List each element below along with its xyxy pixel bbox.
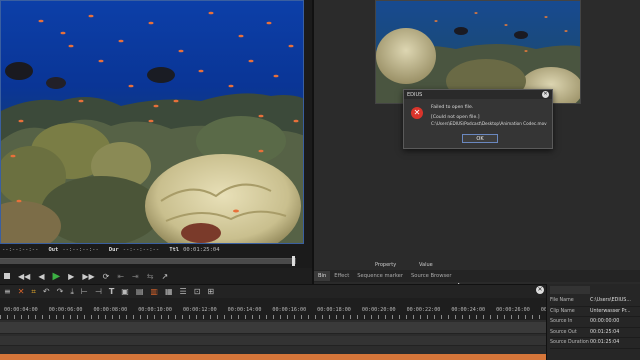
info-row: Source Duration 00:01:25:04 xyxy=(550,338,640,349)
info-row-value: Unterwasser Pr... xyxy=(590,308,631,314)
dialog-message: Failed to open file. [Could not open fil… xyxy=(431,105,553,127)
step-back-icon[interactable]: ◀ xyxy=(38,272,44,281)
ruler-label: 00:00:24:00 xyxy=(451,307,486,313)
cut-icon[interactable]: ⌗ xyxy=(31,287,36,297)
render-icon[interactable]: ▥ xyxy=(150,287,158,296)
snap-icon[interactable]: ⊣ xyxy=(95,287,102,296)
ruler-label: 00:00:18:00 xyxy=(317,307,351,313)
player-scrub-bar[interactable] xyxy=(0,258,296,264)
timeline-tracks xyxy=(0,320,546,360)
info-row-label: File Name xyxy=(550,298,574,304)
info-rows: File Name C:\Users\EDIUS... Clip Name Unter… xyxy=(550,296,640,349)
recorder-panel: EDIUS ✕ ✕ Failed to open file. [Could no… xyxy=(314,0,640,270)
info-row-value: C:\Users\EDIUS... xyxy=(590,298,631,304)
mark-in-icon[interactable]: ⇤ xyxy=(117,272,124,281)
dialog-close-icon[interactable]: ✕ xyxy=(542,91,549,98)
dur-label: Dur xyxy=(108,247,119,253)
ruler-label: 00:00:08:00 xyxy=(93,307,128,313)
info-row-label: Source In xyxy=(550,319,573,325)
in-prefix-value: --:--:--:-- xyxy=(2,247,39,253)
ttl-value: 00:01:25:04 xyxy=(183,247,220,253)
info-row-label: Clip Name xyxy=(550,308,575,314)
dur-value: --:--:--:-- xyxy=(122,247,160,253)
mark-out-icon[interactable]: ⇥ xyxy=(132,272,139,281)
dialog-title-bar: EDIUS ✕ xyxy=(404,90,552,99)
property-header: Property Value xyxy=(375,262,640,270)
ruler-label: 00:00:06:00 xyxy=(48,307,83,313)
timeline-ruler[interactable]: 00:00:04:00 00:00:06:00 00:00:08:00 00:00:1… xyxy=(0,298,575,320)
ruler-label: 00:00:12:00 xyxy=(182,307,217,313)
info-row-value: 00:00:00:00 xyxy=(590,319,620,325)
player-scrub-handle[interactable] xyxy=(292,256,295,266)
grid-icon[interactable]: ▦ xyxy=(165,287,173,296)
step-forward-icon[interactable]: ▶ xyxy=(68,272,74,281)
info-row-value: 00:01:25:04 xyxy=(590,340,620,346)
redo-icon[interactable]: ↷ xyxy=(57,287,64,296)
undo-icon[interactable]: ↶ xyxy=(43,287,50,296)
list-icon[interactable]: ☰ xyxy=(180,287,187,296)
underwater-scene-image xyxy=(1,1,303,243)
ruler-ticks xyxy=(0,315,546,319)
dialog-title: EDIUS xyxy=(407,91,423,98)
player-timecode-bar: --:--:--:-- Out --:--:--:-- Dur --:--:--… xyxy=(0,244,304,256)
ripple-icon[interactable]: ⤓ xyxy=(70,287,74,297)
info-row: Clip Name Unterwasser Pr... xyxy=(550,307,640,317)
error-dialog: EDIUS ✕ ✕ Failed to open file. [Could no… xyxy=(403,89,553,149)
rewind-icon[interactable]: ◀◀ xyxy=(18,272,30,281)
dialog-ok-button[interactable]: OK xyxy=(462,134,498,143)
marker-icon[interactable]: ▤ xyxy=(136,287,144,296)
info-row-value: 00:01:25:04 xyxy=(590,329,620,335)
property-col-header: Property xyxy=(375,262,397,268)
timeline-toolbar: ≡ ✕ ⌗ ↶ ↷ ⤓ ⊢ ⊣ T ▣ ▤ ▥ ▦ ☰ ⊡ ⊞ xyxy=(0,284,546,298)
tab-source-browser[interactable]: Source Browser xyxy=(407,271,456,281)
fast-forward-icon[interactable]: ▶▶ xyxy=(82,272,94,281)
menu-icon[interactable]: ≡ xyxy=(4,287,11,296)
info-row: Source In 00:00:00:00 xyxy=(550,317,640,328)
player-panel: --:--:--:-- Out --:--:--:-- Dur --:--:--… xyxy=(0,0,312,268)
ruler-labels: 00:00:04:00 00:00:06:00 00:00:08:00 00:00:1… xyxy=(4,307,575,313)
ruler-label: 00:00:26:00 xyxy=(496,307,530,313)
loop-icon[interactable]: ⟳ xyxy=(103,272,110,281)
out-label: Out xyxy=(48,247,59,253)
bin-tabs: Bin Effect Sequence marker Source Browse… xyxy=(314,270,640,282)
info-row: Source Out 00:01:25:04 xyxy=(550,328,640,338)
ruler-label: 00:00:14:00 xyxy=(227,307,262,313)
track-3-clip[interactable] xyxy=(0,354,546,360)
info-panel: File Name C:\Users\EDIUS... Clip Name Unter… xyxy=(546,284,640,360)
info-row-label: Source Out xyxy=(550,329,577,335)
ruler-label: 00:00:04:00 xyxy=(4,307,38,313)
tab-bin[interactable]: Bin xyxy=(314,271,331,281)
set-in-out-icon[interactable]: ⇆ xyxy=(147,272,154,281)
ruler-label: 00:00:10:00 xyxy=(138,307,172,313)
ruler-label: 00:00:22:00 xyxy=(406,307,441,313)
player-video xyxy=(0,0,304,244)
mixer-icon[interactable]: ▣ xyxy=(121,287,129,296)
player-controls: ◀◀ ◀ ▶ ▶ ▶▶ ⟳ ⇤ ⇥ ⇆ ↗ xyxy=(0,268,312,284)
out-value: --:--:--:-- xyxy=(62,247,99,253)
title-icon[interactable]: T xyxy=(109,287,114,296)
info-row-label: Source Duration xyxy=(550,340,589,346)
ruler-label: 00:00:20:00 xyxy=(361,307,396,313)
track-2[interactable] xyxy=(0,336,546,346)
stop-icon[interactable] xyxy=(4,273,10,279)
sync-icon[interactable]: ⊡ xyxy=(194,287,201,296)
value-col-header: Value xyxy=(419,262,433,268)
play-icon[interactable]: ▶ xyxy=(52,271,60,282)
insert-icon[interactable]: ↗ xyxy=(161,272,168,281)
ruler-label: 00:00:16:00 xyxy=(272,307,307,313)
info-row: File Name C:\Users\EDIUS... xyxy=(550,296,640,307)
tab-effect[interactable]: Effect xyxy=(330,271,353,281)
split-icon[interactable]: ⊢ xyxy=(81,287,88,296)
dialog-line-3: C:\Users\EDIUS\Podcast\Desktop\Animation… xyxy=(431,121,547,126)
track-1[interactable] xyxy=(0,322,546,334)
error-icon: ✕ xyxy=(411,107,423,119)
delete-icon[interactable]: ✕ xyxy=(18,287,25,296)
export-icon[interactable]: ⊞ xyxy=(207,287,214,296)
tab-sequence-marker[interactable]: Sequence marker xyxy=(353,271,407,281)
info-panel-tab[interactable] xyxy=(550,286,590,294)
ttl-label: Ttl xyxy=(169,247,180,253)
timeline-close-icon[interactable]: ✕ xyxy=(536,286,544,294)
